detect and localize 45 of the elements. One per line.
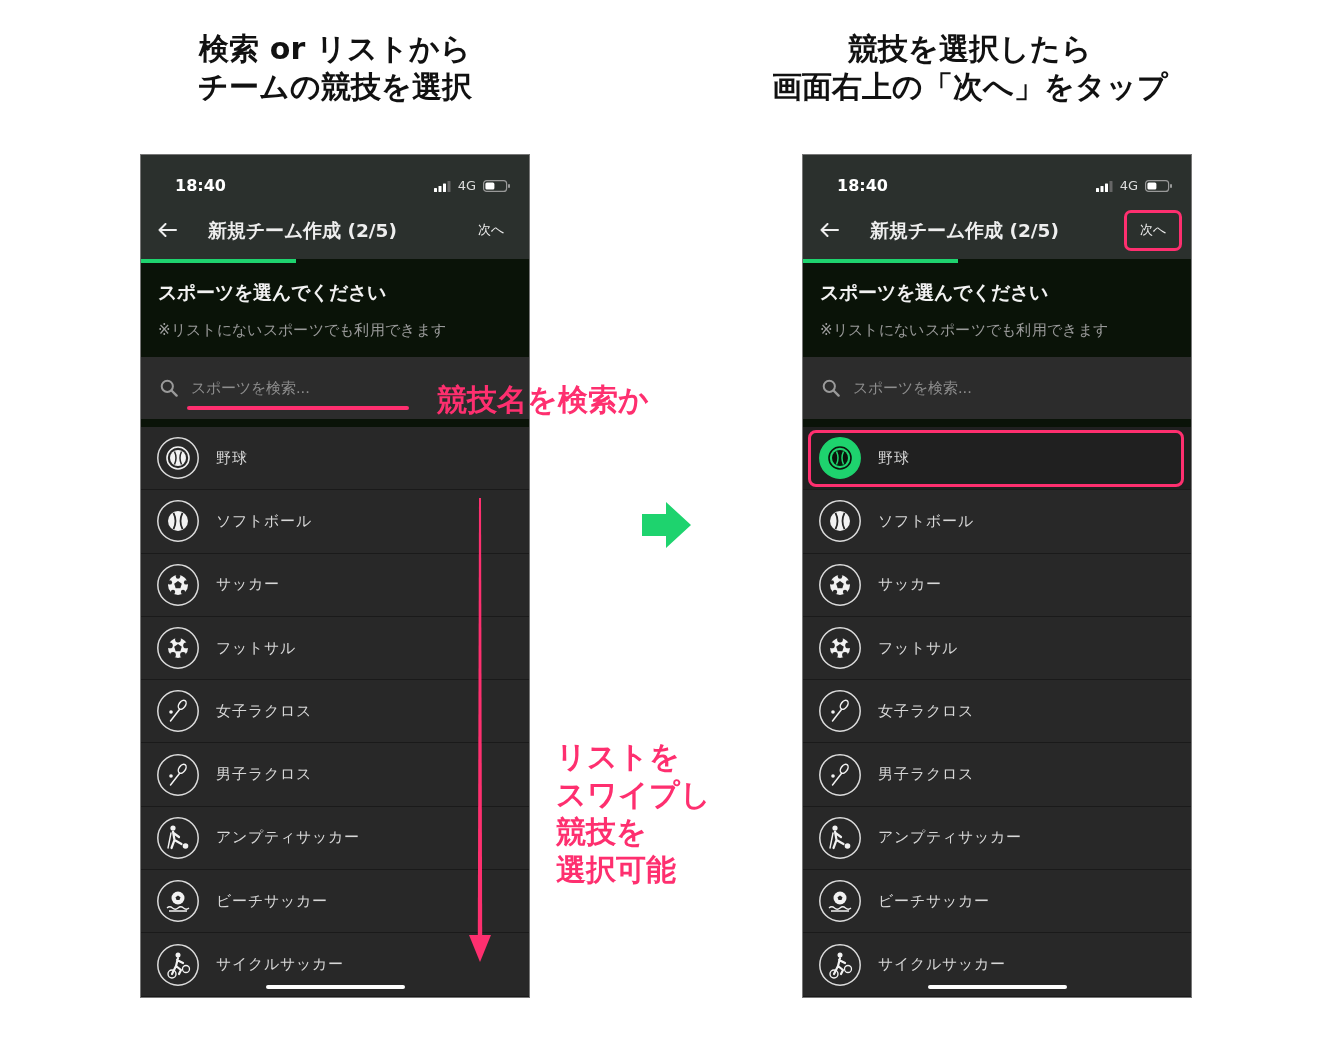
- search-field[interactable]: スポーツを検索...: [849, 378, 1057, 398]
- player-kicking-ball-icon: [819, 816, 861, 859]
- search-icon: [160, 379, 178, 397]
- softball-icon: [157, 500, 199, 543]
- search-field[interactable]: スポーツを検索...: [187, 378, 395, 398]
- back-arrow-icon[interactable]: [157, 223, 177, 237]
- prompt-note: ※リストにないスポーツでも利用できます: [820, 320, 1110, 340]
- lacrosse-stick-icon: [819, 753, 861, 796]
- softball-icon: [819, 500, 861, 543]
- battery-icon: [1145, 180, 1172, 192]
- cyclist-with-ball-icon: [819, 943, 861, 986]
- prompt-title: スポーツを選んでください: [158, 280, 387, 304]
- player-kicking-ball-icon: [157, 816, 199, 859]
- futsal-ball-icon: [819, 627, 861, 670]
- futsal-ball-icon: [157, 627, 199, 670]
- ball-over-waves-icon: [819, 880, 861, 923]
- soccer-ball-icon: [819, 563, 861, 606]
- lacrosse-stick-icon: [157, 753, 199, 796]
- screen-title: 新規チーム作成 (2/5): [870, 218, 1059, 243]
- lacrosse-stick-icon: [819, 690, 861, 733]
- annotation-text: リストを スワイプし 競技を 選択可能: [556, 738, 711, 888]
- search-icon: [822, 379, 840, 397]
- back-arrow-icon[interactable]: [819, 223, 839, 237]
- next-button[interactable]: 次へ: [1124, 209, 1182, 251]
- network-type: 4G: [1119, 178, 1138, 194]
- step-heading: 競技を選択したら 画面右上の「次へ」をタップ: [772, 30, 1168, 106]
- ball-over-waves-icon: [157, 880, 199, 923]
- signal-bars-icon: [433, 180, 451, 192]
- network-type: 4G: [457, 178, 476, 194]
- cyclist-with-ball-icon: [157, 943, 199, 986]
- signal-bars-icon: [1095, 180, 1113, 192]
- baseball-icon: [157, 437, 199, 480]
- sport-list-item[interactable]: 野球: [803, 427, 1191, 491]
- status-time: 18:40: [837, 175, 888, 197]
- baseball-icon: [819, 437, 861, 480]
- battery-icon: [483, 180, 510, 192]
- right-arrow-icon: [641, 502, 691, 548]
- prompt-note: ※リストにないスポーツでも利用できます: [158, 320, 448, 340]
- step-heading: 検索 or リストから チームの競技を選択: [198, 30, 472, 106]
- soccer-ball-icon: [157, 563, 199, 606]
- status-time: 18:40: [175, 175, 226, 197]
- screen-title: 新規チーム作成 (2/5): [208, 218, 397, 243]
- next-button[interactable]: 次へ: [462, 209, 520, 251]
- lacrosse-stick-icon: [157, 690, 199, 733]
- prompt-title: スポーツを選んでください: [820, 280, 1049, 304]
